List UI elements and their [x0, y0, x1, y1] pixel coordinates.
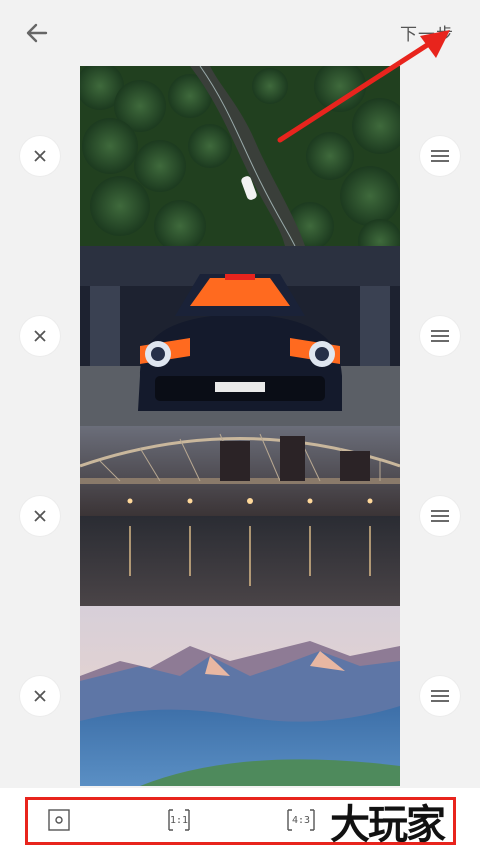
back-button[interactable] [22, 18, 52, 48]
reorder-handle-4[interactable] [420, 676, 460, 716]
drag-handle-icon [431, 330, 449, 342]
close-icon [34, 150, 46, 162]
drag-handle-icon [431, 690, 449, 702]
photo-mountain-valley[interactable] [80, 606, 400, 786]
close-icon [34, 510, 46, 522]
ratio-4-3-button[interactable]: 4:3 [286, 807, 316, 833]
arrow-left-icon [26, 23, 48, 43]
photo-bridge-night[interactable] [80, 426, 400, 606]
remove-photo-button-2[interactable] [20, 316, 60, 356]
ratio-1-1-button[interactable]: 1:1 [166, 807, 192, 833]
close-icon [34, 330, 46, 342]
reorder-handle-2[interactable] [420, 316, 460, 356]
annotation-highlight-box [25, 797, 456, 845]
drag-handle-icon [431, 510, 449, 522]
next-step-button[interactable]: 下一步 [400, 20, 454, 45]
ratio-4-3-icon [287, 809, 315, 831]
drag-handle-icon [431, 150, 449, 162]
original-ratio-icon [48, 809, 70, 831]
remove-photo-button-3[interactable] [20, 496, 60, 536]
ratio-1-1-icon [168, 809, 190, 831]
ratio-original-button[interactable] [46, 807, 72, 833]
close-icon [34, 690, 46, 702]
ratio-toolbar: 1:1 4:3 [0, 788, 480, 853]
photo-forest-road[interactable] [80, 66, 400, 246]
reorder-handle-1[interactable] [420, 136, 460, 176]
remove-photo-button-1[interactable] [20, 136, 60, 176]
top-bar: 下一步 [0, 0, 480, 66]
reorder-handle-3[interactable] [420, 496, 460, 536]
photo-porsche-race-car[interactable] [80, 246, 400, 426]
remove-photo-button-4[interactable] [20, 676, 60, 716]
